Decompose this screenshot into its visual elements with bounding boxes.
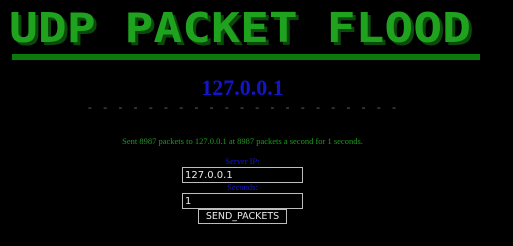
page-title: UDP PACKET FLOOD <box>9 6 471 48</box>
seconds-label: Seconds: <box>227 182 258 192</box>
seconds-input[interactable] <box>182 193 303 209</box>
server-ip-label: Server IP: <box>225 156 260 166</box>
server-ip-input[interactable] <box>182 167 303 183</box>
target-ip-heading: 127.0.0.1 <box>201 75 284 100</box>
title-underline <box>12 54 480 60</box>
dashed-separator: - - - - - - - - - - - - - - - - - - - - … <box>86 103 399 115</box>
status-message: Sent 8987 packets to 127.0.0.1 at 8987 p… <box>122 136 363 146</box>
send-packets-button[interactable]: SEND_PACKETS <box>198 209 287 224</box>
title-graphic: UDP PACKET FLOOD UDP PACKET FLOOD <box>9 6 474 48</box>
page-title-banner: UDP PACKET FLOOD UDP PACKET FLOOD <box>8 6 478 48</box>
page: UDP PACKET FLOOD UDP PACKET FLOOD 127.0.… <box>0 0 513 246</box>
